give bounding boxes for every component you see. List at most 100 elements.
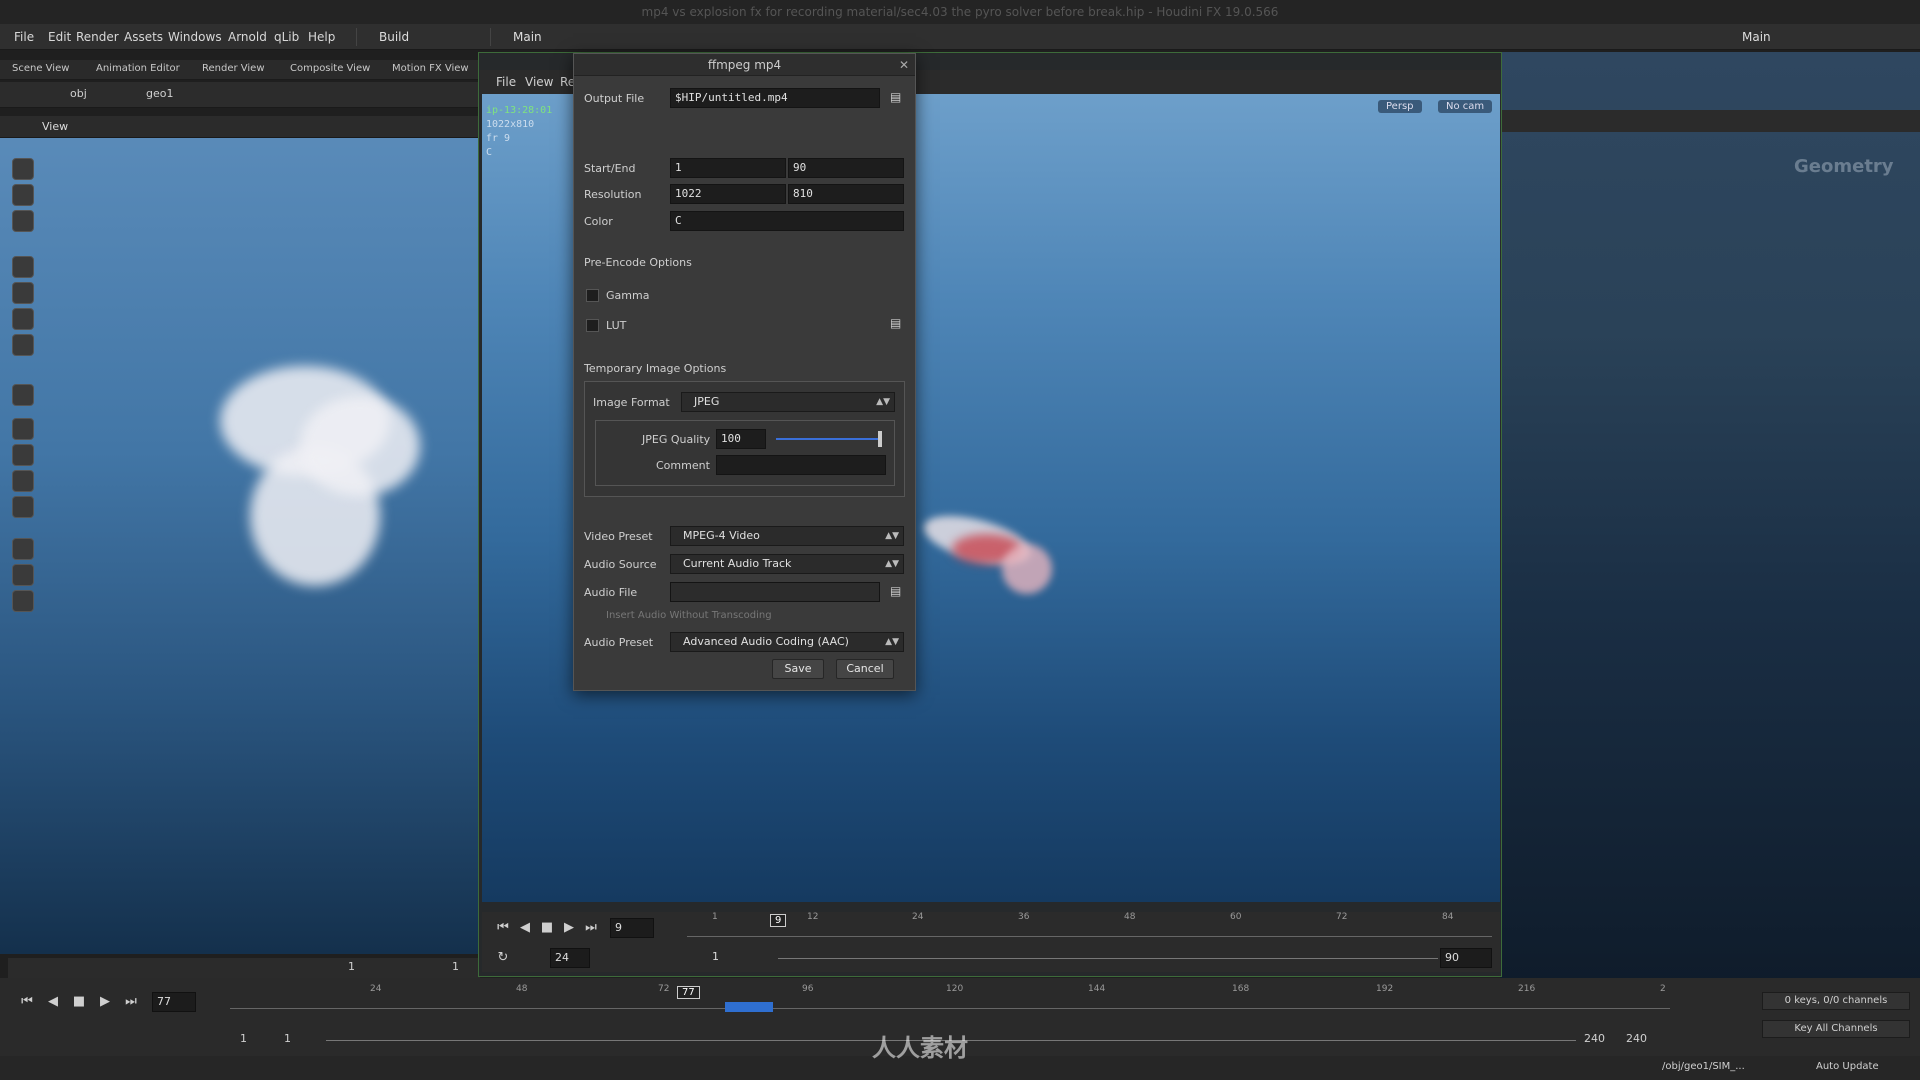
status-path[interactable]: /obj/geo1/SIM_... xyxy=(1662,1061,1745,1072)
lut-browse-icon[interactable]: ▤ xyxy=(890,316,901,330)
menu-file[interactable]: File xyxy=(14,24,34,50)
path-obj[interactable]: obj xyxy=(70,87,87,100)
jpeg-quality-slider[interactable] xyxy=(776,438,882,440)
loop-icon[interactable]: ↻ xyxy=(492,948,514,968)
tick-label: 24 xyxy=(912,912,924,922)
handle-tool-icon[interactable] xyxy=(12,158,34,180)
persp-menu[interactable]: Persp xyxy=(1378,100,1422,113)
viewer-menu-file[interactable]: File xyxy=(496,75,516,89)
audio-preset-menu[interactable]: Advanced Audio Coding (AAC) ▲▼ xyxy=(670,632,904,652)
file-browse-icon[interactable]: ▤ xyxy=(890,90,901,104)
lock-icon[interactable] xyxy=(12,282,34,304)
audio-file-field[interactable] xyxy=(670,582,880,602)
gear-icon[interactable] xyxy=(12,538,34,560)
tab-animation-editor[interactable]: Animation Editor xyxy=(96,63,180,74)
cancel-button[interactable]: Cancel xyxy=(836,659,894,679)
keys-channels-display[interactable]: 0 keys, 0/0 channels xyxy=(1762,992,1910,1010)
image-format-menu[interactable]: JPEG ▲▼ xyxy=(681,392,895,412)
window-title: mp4 vs explosion fx for recording materi… xyxy=(0,0,1920,24)
temp-image-group: Image Format JPEG ▲▼ JPEG Quality 100 Com… xyxy=(584,381,905,497)
viewer-frame-field[interactable]: 9 xyxy=(610,918,654,938)
menu-windows[interactable]: Windows xyxy=(168,24,222,50)
viewer-range-bar[interactable] xyxy=(778,958,1438,959)
left-bottom-field[interactable]: 1 xyxy=(348,960,355,973)
desktop-build-button[interactable]: Build xyxy=(356,28,417,46)
start-field[interactable]: 1 xyxy=(670,158,786,178)
main-timeline[interactable] xyxy=(230,1008,1670,1009)
tab-scene-view[interactable]: Scene View xyxy=(12,63,69,74)
desk-main-selector[interactable]: Main xyxy=(490,28,550,46)
viewer-range-start[interactable]: 1 xyxy=(708,948,768,968)
main-range-end2[interactable]: 240 xyxy=(1626,1032,1647,1045)
comment-label: Comment xyxy=(656,459,710,472)
audio-browse-icon[interactable]: ▤ xyxy=(890,584,901,598)
main-range-start[interactable]: 1 xyxy=(240,1032,247,1045)
skip-to-start-icon[interactable]: ⏮ xyxy=(16,992,38,1012)
insert-audio-label[interactable]: Insert Audio Without Transcoding xyxy=(606,610,772,621)
save-button[interactable]: Save xyxy=(772,659,824,679)
path-geo1[interactable]: geo1 xyxy=(146,87,173,100)
brush-tool-icon[interactable] xyxy=(12,210,34,232)
left-bottom-field2[interactable]: 1 xyxy=(452,960,459,973)
menu-qlib[interactable]: qLib xyxy=(274,24,299,50)
comment-field[interactable] xyxy=(716,455,886,475)
main-current-frame[interactable]: 77 xyxy=(677,986,700,999)
viewer-current-frame[interactable]: 9 xyxy=(770,914,787,927)
color-field[interactable]: C xyxy=(670,211,904,231)
key-all-channels-button[interactable]: Key All Channels xyxy=(1762,1020,1910,1038)
light-icon[interactable] xyxy=(12,590,34,612)
grid-icon[interactable] xyxy=(12,418,34,440)
menu-render[interactable]: Render xyxy=(76,24,119,50)
jpeg-quality-field[interactable]: 100 xyxy=(716,429,766,449)
res-x-field[interactable]: 1022 xyxy=(670,184,786,204)
tab-composite-view[interactable]: Composite View xyxy=(290,63,370,74)
close-icon[interactable]: ✕ xyxy=(899,54,909,76)
skip-to-end-icon[interactable]: ⏭ xyxy=(120,992,142,1012)
move-tool-icon[interactable] xyxy=(12,384,34,406)
res-y-field[interactable]: 810 xyxy=(788,184,904,204)
output-file-label: Output File xyxy=(584,92,645,105)
camera-menu[interactable]: No cam xyxy=(1438,100,1493,113)
menu-help[interactable]: Help xyxy=(308,24,335,50)
end-field[interactable]: 90 xyxy=(788,158,904,178)
jpeg-quality-handle[interactable] xyxy=(878,431,882,447)
menu-assets[interactable]: Assets xyxy=(124,24,163,50)
select-tool-icon[interactable] xyxy=(12,256,34,278)
magnet-icon[interactable] xyxy=(12,308,34,330)
right-desk-selector[interactable]: Main xyxy=(1720,28,1779,46)
viewer-menu-view[interactable]: View xyxy=(525,75,553,89)
tab-motion-fx-view[interactable]: Motion FX View xyxy=(392,63,469,74)
magnet-snap-icon[interactable] xyxy=(12,496,34,518)
step-back-icon[interactable]: ◀ xyxy=(42,992,64,1012)
play-icon[interactable]: ▶ xyxy=(558,918,580,938)
viewer-range-end[interactable]: 90 xyxy=(1440,948,1492,968)
main-frame-field[interactable]: 77 xyxy=(152,992,196,1012)
skip-to-end-icon[interactable]: ⏭ xyxy=(580,918,602,938)
menu-bar: File Edit Render Assets Windows Arnold q… xyxy=(0,24,1920,50)
output-file-field[interactable]: $HIP/untitled.mp4 xyxy=(670,88,880,108)
audio-source-menu[interactable]: Current Audio Track ▲▼ xyxy=(670,554,904,574)
sphere-icon[interactable] xyxy=(12,334,34,356)
rotate-icon[interactable] xyxy=(12,470,34,492)
skip-to-start-icon[interactable]: ⏮ xyxy=(492,918,514,938)
main-range-start2[interactable]: 1 xyxy=(284,1032,291,1045)
view-label: View xyxy=(42,120,69,133)
camera-icon[interactable] xyxy=(12,564,34,586)
menu-edit[interactable]: Edit xyxy=(48,24,71,50)
step-back-icon[interactable]: ◀ xyxy=(514,918,536,938)
video-preset-menu[interactable]: MPEG-4 Video ▲▼ xyxy=(670,526,904,546)
auto-update-button[interactable]: Auto Update xyxy=(1816,1061,1879,1072)
lut-checkbox[interactable] xyxy=(586,319,599,332)
fps-field[interactable]: 24 xyxy=(550,948,590,968)
play-icon[interactable]: ▶ xyxy=(94,992,116,1012)
snap-icon[interactable] xyxy=(12,444,34,466)
gamma-checkbox[interactable] xyxy=(586,289,599,302)
stop-icon[interactable]: ■ xyxy=(68,992,90,1012)
menu-arnold[interactable]: Arnold xyxy=(228,24,267,50)
view-tool-icon[interactable] xyxy=(12,184,34,206)
tab-render-view[interactable]: Render View xyxy=(202,63,265,74)
viewer-timeline[interactable] xyxy=(687,936,1492,937)
left-viewport[interactable] xyxy=(0,116,480,954)
stop-icon[interactable]: ■ xyxy=(536,918,558,938)
main-range-end[interactable]: 240 xyxy=(1584,1032,1605,1045)
